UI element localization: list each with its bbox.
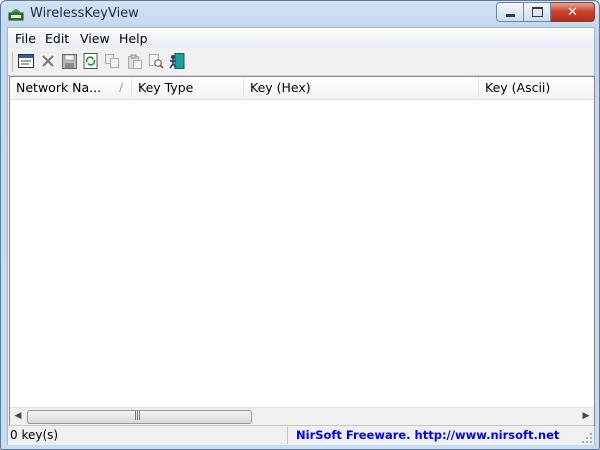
horizontal-scrollbar[interactable]: ◀ ||| ▶	[10, 407, 594, 425]
delete-button[interactable]	[39, 52, 57, 70]
save-icon	[61, 53, 77, 69]
copy-button[interactable]	[103, 52, 121, 70]
grip-icon: |||	[134, 411, 141, 421]
sort-indicator-icon: /	[119, 81, 123, 94]
resize-grip-icon[interactable]	[581, 432, 593, 444]
list-header: Network Na... / Key Type Key (Hex) Key (…	[10, 77, 594, 100]
column-key-type[interactable]: Key Type	[132, 77, 244, 99]
column-label: Network Na...	[16, 80, 102, 95]
nirsoft-link[interactable]: NirSoft Freeware. http://www.nirsoft.net	[289, 427, 594, 444]
refresh-icon	[83, 53, 97, 69]
menu-file[interactable]: File	[15, 31, 36, 46]
key-list[interactable]: Network Na... / Key Type Key (Hex) Key (…	[9, 76, 595, 426]
properties-button[interactable]	[17, 52, 35, 70]
toolbar-separator	[12, 52, 14, 72]
exit-button[interactable]	[168, 52, 186, 70]
client-area: File Edit View Help Network Na... / Key …	[7, 27, 595, 445]
minimize-icon	[505, 13, 515, 17]
column-key-hex[interactable]: Key (Hex)	[244, 77, 479, 99]
close-icon: ✕	[567, 4, 578, 20]
delete-icon	[42, 55, 54, 67]
scroll-left-icon[interactable]: ◀	[11, 411, 25, 422]
find-icon	[148, 53, 164, 69]
app-icon	[8, 9, 24, 21]
scrollbar-thumb[interactable]: |||	[27, 410, 252, 424]
app-window: WirelessKeyView ✕ File Edit View Help Ne…	[0, 0, 600, 450]
exit-icon	[169, 53, 185, 69]
menu-edit[interactable]: Edit	[45, 31, 69, 46]
menu-bar: File Edit View Help	[8, 28, 594, 48]
column-label: Key (Ascii)	[485, 80, 551, 95]
title-bar[interactable]: WirelessKeyView ✕	[1, 1, 599, 27]
paste-icon	[127, 54, 142, 69]
column-label: Key Type	[138, 80, 194, 95]
key-count: 0 key(s)	[8, 427, 288, 444]
copy-icon	[104, 54, 119, 68]
toolbar	[8, 49, 594, 76]
column-key-ascii[interactable]: Key (Ascii)	[479, 77, 594, 99]
close-button[interactable]: ✕	[551, 2, 595, 22]
status-bar: 0 key(s) NirSoft Freeware. http://www.ni…	[8, 425, 594, 445]
column-label: Key (Hex)	[250, 80, 311, 95]
minimize-button[interactable]	[496, 2, 524, 22]
window-title: WirelessKeyView	[30, 6, 139, 21]
maximize-icon	[531, 7, 543, 17]
save-button[interactable]	[60, 52, 78, 70]
refresh-button[interactable]	[81, 52, 99, 70]
column-network-name[interactable]: Network Na... /	[10, 77, 132, 99]
properties-icon	[18, 54, 34, 68]
caption-buttons: ✕	[496, 2, 595, 22]
find-button[interactable]	[147, 52, 165, 70]
scroll-right-icon[interactable]: ▶	[579, 411, 593, 422]
menu-help[interactable]: Help	[119, 31, 148, 46]
menu-view[interactable]: View	[80, 31, 110, 46]
maximize-button[interactable]	[524, 2, 551, 22]
paste-button[interactable]	[125, 52, 143, 70]
